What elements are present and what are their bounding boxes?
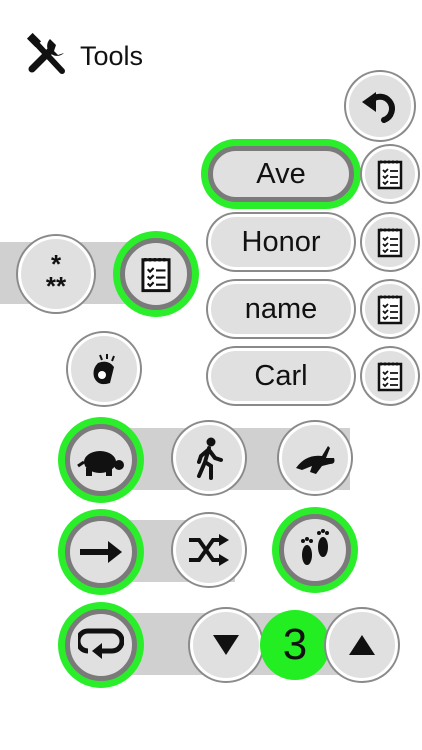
name-pill-honor[interactable]: Honor bbox=[208, 214, 354, 270]
footprints-icon bbox=[301, 529, 329, 565]
order-footsteps-button[interactable] bbox=[279, 514, 351, 586]
notepad-icon bbox=[377, 295, 403, 325]
speed-slow-button[interactable] bbox=[65, 424, 137, 496]
undo-icon bbox=[362, 92, 395, 123]
walking-person-icon bbox=[197, 437, 223, 480]
asterisks-icon: * ** bbox=[46, 251, 67, 297]
turtle-icon bbox=[77, 451, 124, 476]
notepad-icon bbox=[377, 160, 403, 190]
arrow-right-icon bbox=[80, 541, 122, 563]
name-pill-name[interactable]: name bbox=[208, 281, 354, 337]
tools-icon bbox=[26, 32, 72, 79]
edit-name-button-1[interactable] bbox=[362, 146, 418, 202]
repeat-decrement-button[interactable] bbox=[190, 609, 262, 681]
name-pill-label: Honor bbox=[241, 225, 321, 258]
edit-name-button-2[interactable] bbox=[362, 214, 418, 270]
whistle-button[interactable] bbox=[68, 333, 140, 405]
repeat-toggle-button[interactable] bbox=[65, 609, 137, 681]
name-pill-ave[interactable]: Ave bbox=[208, 146, 354, 202]
name-pill-label: name bbox=[244, 292, 318, 325]
notepad-icon bbox=[141, 257, 171, 293]
page-title: Tools bbox=[80, 40, 144, 71]
triangle-up-icon bbox=[349, 635, 375, 655]
repeat-count: 3 bbox=[260, 610, 330, 680]
whistle-icon bbox=[93, 354, 115, 385]
repeat-increment-button[interactable] bbox=[326, 609, 398, 681]
shuffle-icon bbox=[189, 534, 229, 566]
undo-button[interactable] bbox=[346, 72, 414, 140]
repeat-icon bbox=[78, 628, 124, 659]
edit-name-button-4[interactable] bbox=[362, 348, 418, 404]
name-pill-label: Ave bbox=[256, 157, 306, 190]
speed-fast-button[interactable] bbox=[279, 422, 351, 494]
name-pill-label: Carl bbox=[254, 359, 308, 392]
repeat-count-value: 3 bbox=[282, 620, 308, 669]
name-pill-carl[interactable]: Carl bbox=[208, 348, 354, 404]
tools-header[interactable]: Tools bbox=[26, 32, 144, 79]
notepad-icon bbox=[377, 228, 403, 258]
speed-walk-button[interactable] bbox=[173, 422, 245, 494]
notepad-icon bbox=[377, 362, 403, 392]
edit-name-button-3[interactable] bbox=[362, 281, 418, 337]
password-button[interactable]: * ** bbox=[18, 236, 94, 312]
notes-button[interactable] bbox=[120, 238, 192, 310]
triangle-down-icon bbox=[213, 635, 239, 655]
svg-text:**: ** bbox=[46, 271, 67, 297]
order-sequential-button[interactable] bbox=[65, 516, 137, 588]
rabbit-icon bbox=[296, 446, 335, 474]
order-shuffle-button[interactable] bbox=[173, 514, 245, 586]
